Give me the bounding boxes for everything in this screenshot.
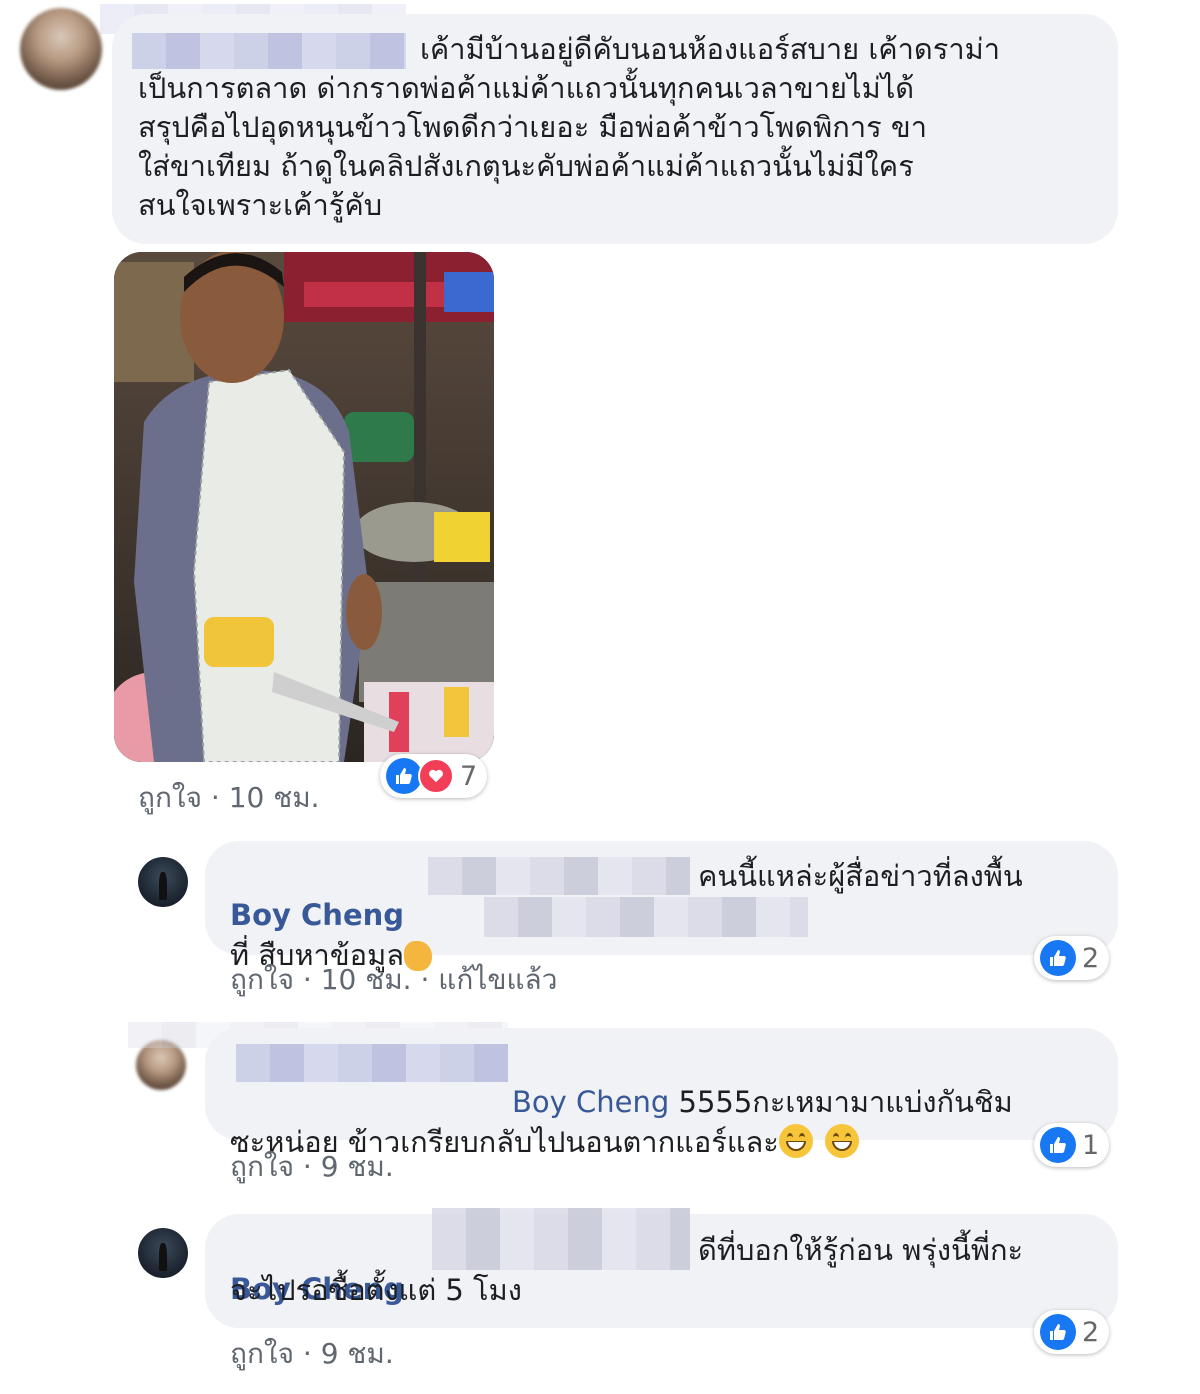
timestamp[interactable]: 9 ชม. — [321, 1337, 394, 1370]
reply-text-line2: จะไปรอซื้อตั้งแต่ 5 โมง — [230, 1273, 522, 1307]
reply-meta: ถูกใจ · 9 ชม. — [230, 1145, 394, 1189]
like-link[interactable]: ถูกใจ — [230, 963, 294, 996]
street-vendor-photo — [114, 252, 494, 762]
reply-meta: ถูกใจ · 10 ชม. · แก้ไขแล้ว — [230, 958, 557, 1002]
boy-cheng-avatar[interactable] — [138, 857, 188, 907]
reaction-count: 1 — [1082, 1129, 1100, 1161]
reaction-count: 2 — [1082, 1316, 1100, 1348]
blurred-text — [484, 897, 808, 937]
blurred-author-name[interactable] — [236, 1044, 508, 1082]
comment-text: เค้ามีบ้านอยู่ดีคับนอนห้องแอร์สบาย เค้าด… — [138, 32, 1001, 222]
like-icon — [386, 758, 422, 794]
reply-meta: ถูกใจ · 9 ชม. — [230, 1332, 394, 1376]
timestamp[interactable]: 10 ชม. — [229, 781, 320, 814]
like-link[interactable]: ถูกใจ — [230, 1337, 294, 1370]
separator: · — [293, 963, 321, 996]
reaction-summary[interactable]: 7 — [380, 754, 488, 798]
reply-text-line1: คนนี้แหล่ะผู้สื่อข่าวที่ลงพื้น — [698, 859, 1023, 893]
love-icon — [418, 758, 454, 794]
like-link[interactable]: ถูกใจ — [230, 1150, 294, 1183]
edited-label[interactable]: แก้ไขแล้ว — [438, 963, 557, 996]
reaction-summary[interactable]: 2 — [1034, 936, 1110, 980]
like-icon — [1040, 1127, 1076, 1163]
timestamp[interactable]: 10 ชม. — [321, 963, 412, 996]
separator: · — [201, 781, 229, 814]
blurred-mention[interactable] — [432, 1208, 690, 1270]
comment-photo[interactable] — [114, 252, 494, 762]
grinning-face-emoji — [778, 1124, 813, 1158]
commenter-avatar[interactable] — [20, 8, 102, 90]
grinning-face-emoji — [824, 1124, 859, 1158]
comment-meta: ถูกใจ · 10 ชม. — [138, 776, 320, 820]
separator: · — [293, 1337, 321, 1370]
boy-cheng-avatar[interactable] — [138, 1228, 188, 1278]
like-link[interactable]: ถูกใจ — [138, 781, 202, 814]
reply-text-line1: ดีที่บอกให้รู้ก่อน พรุ่งนี้พี่กะ — [698, 1233, 1024, 1267]
separator: · — [293, 1150, 321, 1183]
reaction-summary[interactable]: 2 — [1034, 1310, 1110, 1354]
reaction-count: 2 — [1082, 942, 1100, 974]
timestamp[interactable]: 9 ชม. — [321, 1150, 394, 1183]
reaction-summary[interactable]: 1 — [1034, 1123, 1110, 1167]
reaction-count: 7 — [460, 760, 478, 792]
separator: · — [411, 963, 439, 996]
like-icon — [1040, 940, 1076, 976]
like-icon — [1040, 1314, 1076, 1350]
blurred-mention[interactable] — [428, 857, 690, 895]
